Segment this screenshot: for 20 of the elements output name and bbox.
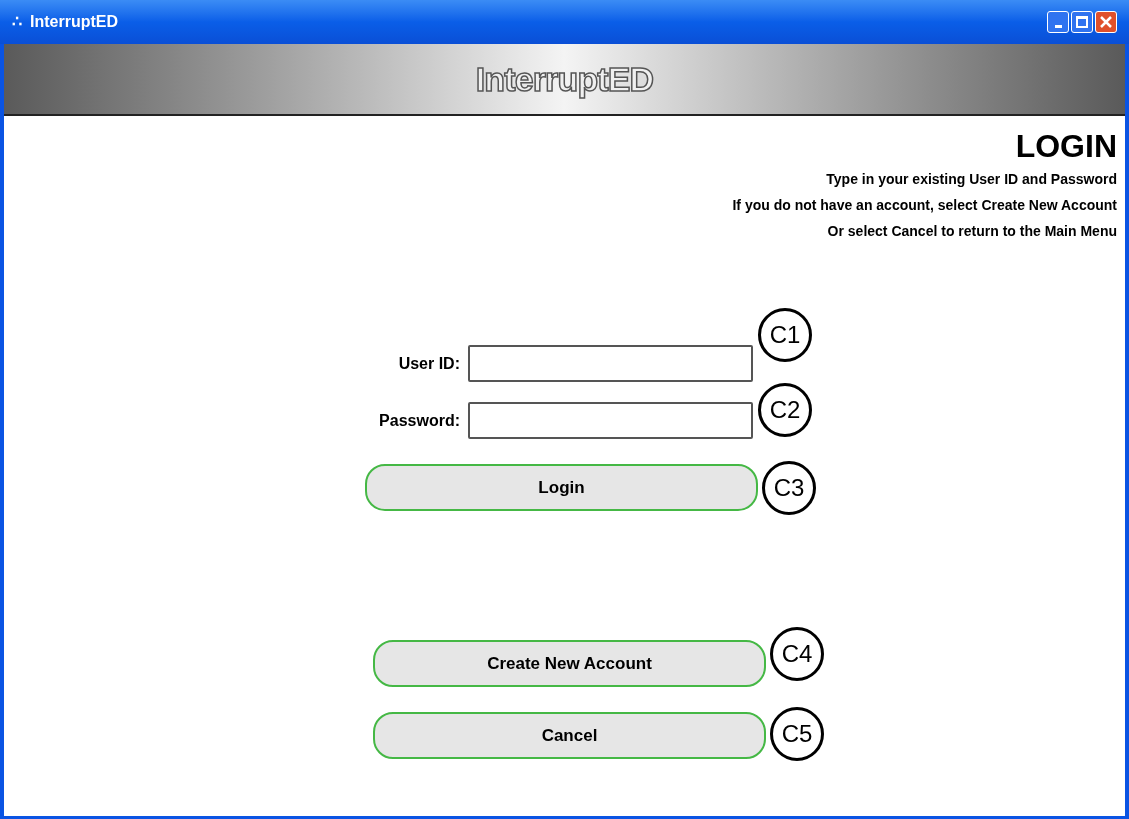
instruction-text: Type in your existing User ID and Password xyxy=(826,170,1117,189)
action-button[interactable]: Cancel xyxy=(373,712,766,759)
maximize-icon xyxy=(1076,16,1088,28)
title-icon: ∴ xyxy=(12,10,22,34)
minimize-icon xyxy=(1054,25,1062,28)
window-title: InterruptED xyxy=(30,12,119,32)
field-label: User ID: xyxy=(397,353,461,374)
close-icon xyxy=(1100,16,1112,28)
close-button[interactable] xyxy=(1095,11,1117,33)
maximize-button[interactable] xyxy=(1071,11,1093,33)
instruction-text: If you do not have an account, select Create New Account xyxy=(732,196,1117,215)
banner-logo: InterruptED xyxy=(475,58,654,101)
page-heading: LOGIN xyxy=(1015,127,1117,166)
action-button[interactable]: Create New Account xyxy=(373,640,766,687)
input-field[interactable] xyxy=(468,345,753,382)
minimize-button[interactable] xyxy=(1047,11,1069,33)
input-field[interactable] xyxy=(468,402,753,439)
action-button[interactable]: Login xyxy=(365,464,758,511)
field-label: Password: xyxy=(378,410,461,431)
instruction-text: Or select Cancel to return to the Main Menu xyxy=(827,222,1117,241)
